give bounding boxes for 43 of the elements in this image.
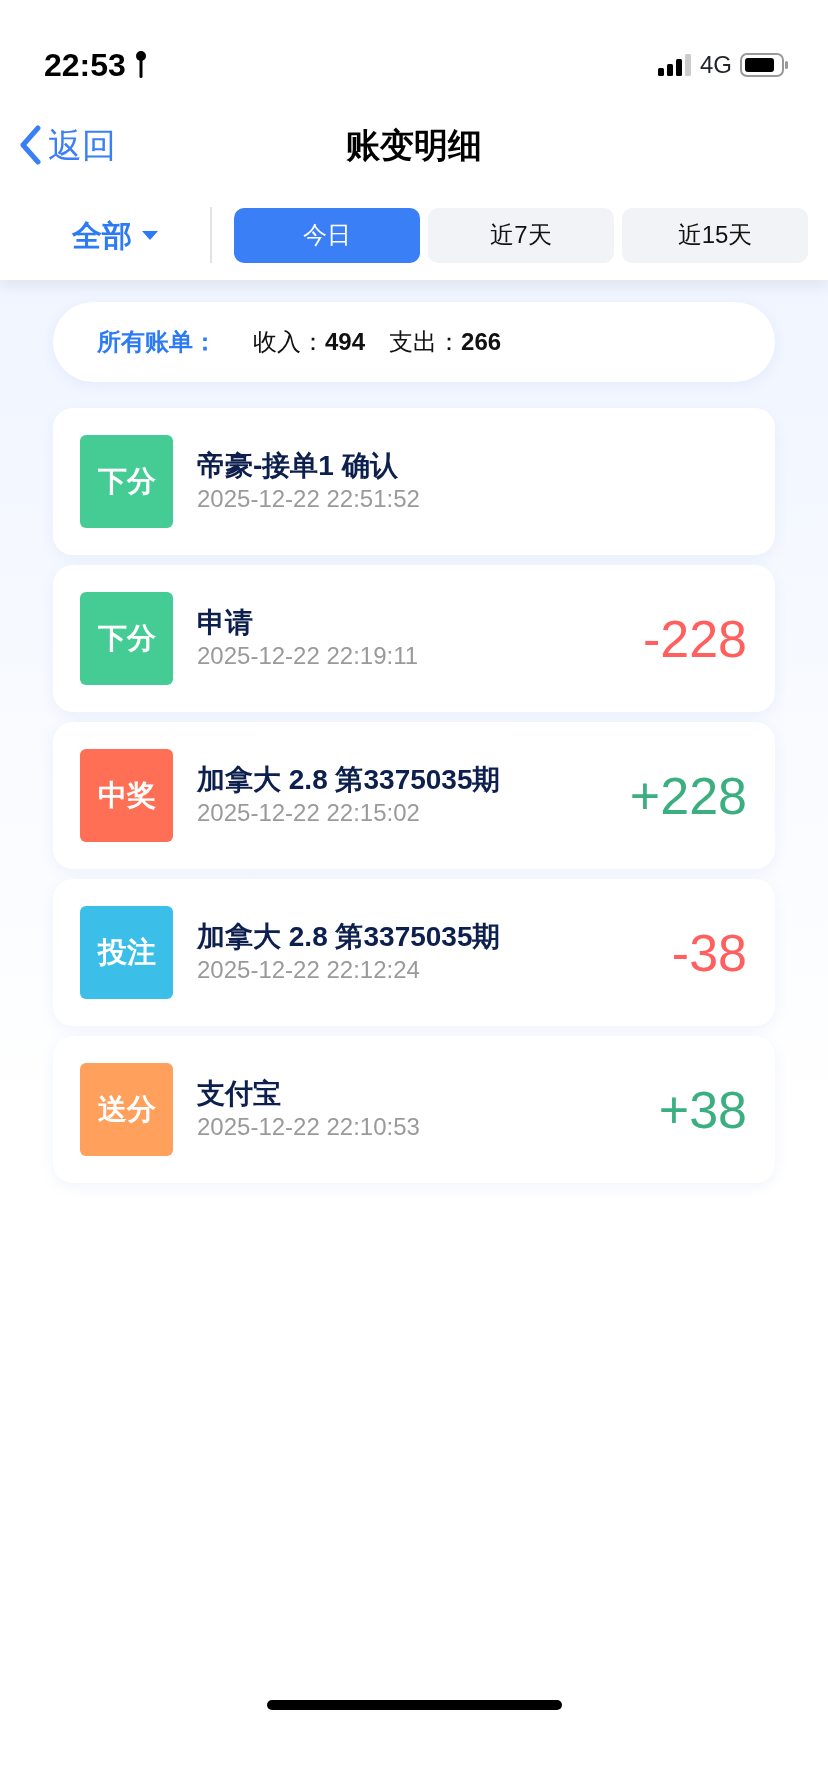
income-label: 收入： (253, 327, 325, 357)
expense-total: 266 (461, 327, 502, 357)
summary-label: 所有账单： (97, 327, 217, 357)
clock-time: 22:53 (44, 46, 126, 85)
record-amount: -38 (671, 922, 747, 984)
type-tag: 下分 (80, 435, 173, 528)
record-title: 支付宝 (197, 1077, 282, 1112)
signal-icon (658, 54, 692, 76)
record-title: 加拿大 2.8 第3375035期 (197, 763, 501, 798)
type-tag: 送分 (80, 1063, 173, 1156)
location-pin-icon (133, 50, 148, 80)
category-dropdown[interactable]: 全部 (40, 212, 190, 258)
record-card[interactable]: 送分 支付宝 2025-12-22 22:10:53 +38 (53, 1036, 775, 1183)
type-tag: 投注 (80, 906, 173, 999)
network-type: 4G (700, 50, 732, 80)
record-time: 2025-12-22 22:19:11 (197, 641, 419, 672)
back-chevron-icon (18, 125, 42, 165)
record-time: 2025-12-22 22:10:53 (197, 1112, 420, 1143)
period-tab[interactable]: 今日 (234, 207, 420, 263)
page-title: 账变明细 (346, 124, 482, 166)
expense-label: 支出： (389, 327, 462, 357)
home-indicator[interactable] (267, 1700, 562, 1710)
battery-icon (740, 53, 788, 77)
record-card[interactable]: 投注 加拿大 2.8 第3375035期 2025-12-22 22:12:24 -38 (53, 879, 775, 1026)
back-button[interactable]: 返回 (0, 119, 116, 171)
record-time: 2025-12-22 22:15:02 (197, 798, 421, 829)
record-card[interactable]: 下分 申请 2025-12-22 22:19:11 -228 (53, 565, 775, 712)
caret-icon (142, 230, 158, 240)
income-total: 494 (325, 327, 366, 357)
period-tab[interactable]: 近15天 (622, 207, 808, 263)
record-title: 加拿大 2.8 第3375035期 (197, 920, 501, 955)
record-title: 帝豪-接单1 确认 (197, 449, 399, 484)
type-tag: 下分 (80, 592, 173, 685)
record-title: 申请 (197, 606, 254, 641)
record-amount: +38 (658, 1079, 747, 1141)
period-tab[interactable]: 近7天 (428, 207, 614, 263)
record-amount: +228 (629, 765, 747, 827)
type-tag: 中奖 (80, 749, 173, 842)
record-card[interactable]: 中奖 加拿大 2.8 第3375035期 2025-12-22 22:15:02 +228 (53, 722, 775, 869)
record-card[interactable]: 下分 帝豪-接单1 确认 2025-12-22 22:51:52 (53, 408, 775, 555)
record-time: 2025-12-22 22:12:24 (197, 955, 421, 986)
record-time: 2025-12-22 22:51:52 (197, 484, 420, 515)
record-amount: -228 (642, 608, 747, 670)
